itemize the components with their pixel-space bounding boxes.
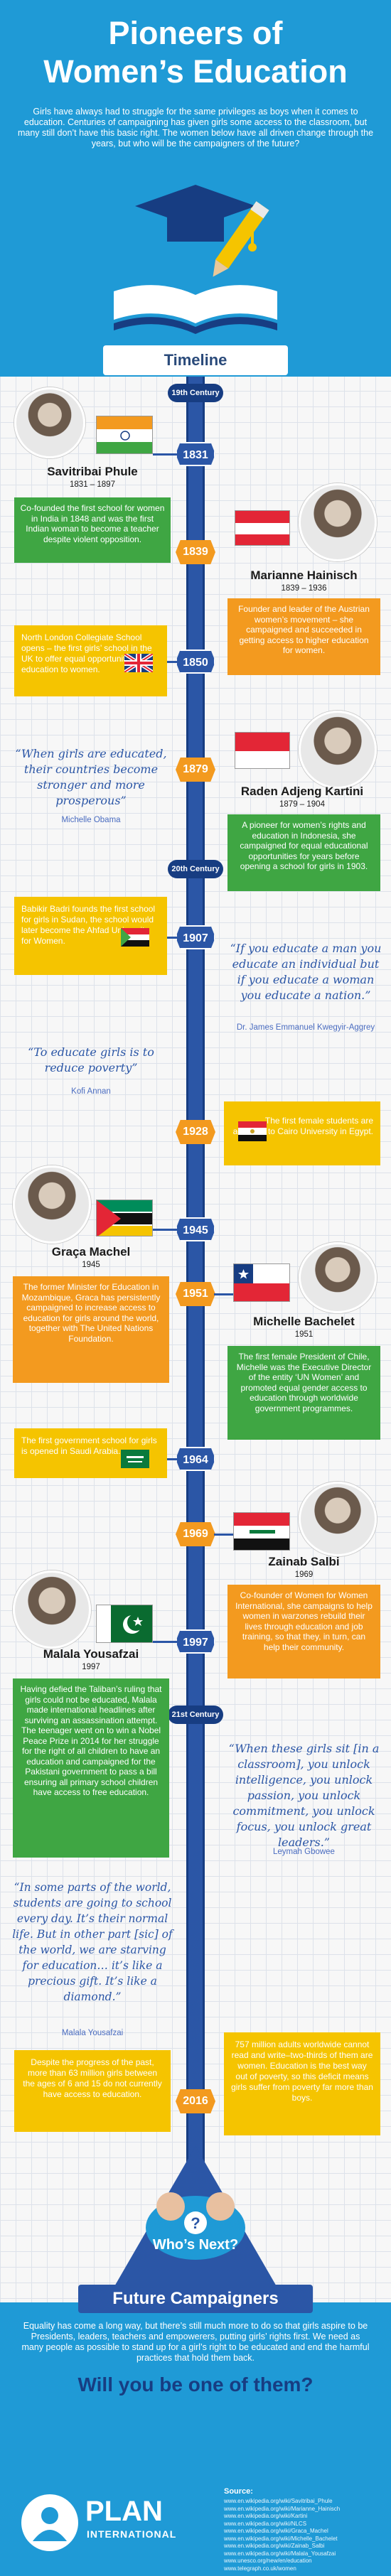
year-1850: 1850 <box>176 650 215 674</box>
malala-description: Having defied the Taliban’s ruling that … <box>13 1678 169 1858</box>
source-item[interactable]: www.en.wikipedia.org/wiki/NLCS <box>224 2521 387 2528</box>
graca-dates: 1945 <box>82 1261 100 1269</box>
year-1969: 1969 <box>176 1522 215 1546</box>
connector <box>167 1458 177 1460</box>
salbi-dates: 1969 <box>294 1570 314 1579</box>
connector <box>153 1641 177 1643</box>
quote-aggrey: “If you educate a man you educate an ind… <box>230 942 382 1002</box>
source-item[interactable]: www.en.wikipedia.org/wiki/Zainab_Salbi <box>224 2543 387 2550</box>
kartini-description: A pioneer for women’s rights and educati… <box>227 814 380 891</box>
quote-yousafzai: “In some parts of the world, students ar… <box>12 1881 173 2003</box>
timeline-heading: Timeline <box>103 345 288 375</box>
malala-name: Malala Yousafzai <box>43 1647 139 1661</box>
marianne-dates: 1839 – 1936 <box>281 584 327 593</box>
sources-list: www.en.wikipedia.org/wiki/Savitribai_Phu… <box>224 2498 387 2572</box>
source-item[interactable]: www.en.wikipedia.org/wiki/Marianne_Haini… <box>224 2506 387 2513</box>
year-1964: 1964 <box>176 1447 215 1471</box>
call-to-action: Will you be one of them? <box>77 2373 314 2396</box>
kartini-dates: 1879 – 1904 <box>279 800 325 809</box>
salbi-name: Zainab Salbi <box>268 1555 340 1568</box>
year-1951: 1951 <box>176 1282 215 1306</box>
quote-gbowee: “When these girls sit [in a classroom], … <box>228 1742 380 1849</box>
quote-annan: “To educate girls is to reduce poverty” <box>28 1045 154 1074</box>
india-flag-icon <box>96 416 153 454</box>
source-item[interactable]: www.en.wikipedia.org/wiki/Kartini <box>224 2513 387 2521</box>
bachelet-name: Michelle Bachelet <box>253 1315 355 1328</box>
source-item[interactable]: www.en.wikipedia.org/wiki/Malala_Yousafz… <box>224 2550 387 2558</box>
bachelet-dates: 1951 <box>294 1330 314 1339</box>
pakistan-flag-icon <box>96 1605 153 1643</box>
stat-adult-literacy: 757 million adults worldwide cannot read… <box>224 2032 380 2135</box>
connector <box>167 937 177 939</box>
connector <box>153 1229 177 1231</box>
quote-obama-author: Michelle Obama <box>61 816 121 824</box>
quote-annan-author: Kofi Annan <box>71 1087 111 1096</box>
page-title: Pioneers of Women’s Education <box>43 15 348 90</box>
source-item[interactable]: www.telegraph.co.uk/women <box>224 2565 387 2573</box>
salbi-description: Co-founder of Women for Women Internatio… <box>227 1585 380 1678</box>
savitribai-name: Savitribai Phule <box>47 465 138 478</box>
graca-name: Graça Machel <box>51 1245 131 1259</box>
marianne-description: Founder and leader of the Austrian women… <box>227 598 380 675</box>
source-item[interactable]: www.unesco.org/new/en/education <box>224 2558 387 2565</box>
quote-yousafzai-author: Malala Yousafzai <box>61 2029 124 2037</box>
century-marker-21: 21st Century <box>168 1705 223 1724</box>
sudan-flag-icon <box>121 928 149 947</box>
year-1831: 1831 <box>176 442 215 466</box>
austria-flag-icon <box>235 510 290 546</box>
savitribai-description: Co-founded the first school for women in… <box>14 497 171 563</box>
year-1907: 1907 <box>176 925 215 949</box>
year-1997: 1997 <box>176 1629 215 1654</box>
quote-obama: “When girls are educated, their countrie… <box>15 747 167 807</box>
kartini-name: Raden Adjeng Kartini <box>240 785 364 798</box>
bachelet-portrait <box>299 1242 377 1313</box>
whos-next-label: Who’s Next? <box>152 2237 239 2253</box>
connector <box>214 1534 233 1536</box>
svg-text:?: ? <box>191 2214 200 2232</box>
marianne-portrait <box>299 483 377 561</box>
savitribai-portrait <box>14 387 85 458</box>
source-item[interactable]: www.en.wikipedia.org/wiki/Michelle_Bache… <box>224 2535 387 2543</box>
egypt-flag-icon <box>238 1121 267 1141</box>
year-2016: 2016 <box>176 2089 215 2113</box>
connector <box>153 453 177 456</box>
savitribai-dates: 1831 – 1897 <box>70 480 115 489</box>
connector <box>167 661 177 663</box>
future-text: Equality has come a long way, but there’… <box>21 2321 370 2363</box>
intro-text: Girls have always had to struggle for th… <box>17 107 374 149</box>
mozambique-flag-icon <box>96 1200 153 1236</box>
graca-portrait <box>13 1165 91 1244</box>
year-1879: 1879 <box>176 758 215 782</box>
sources-label: Source: <box>224 2487 253 2496</box>
malala-portrait <box>13 1570 91 1649</box>
graduation-book-illustration <box>114 185 277 334</box>
marianne-name: Marianne Hainisch <box>250 568 358 582</box>
chile-flag-icon <box>233 1263 290 1302</box>
saudi-flag-icon <box>121 1450 149 1468</box>
graca-description: The former Minister for Education in Moz… <box>13 1276 169 1383</box>
quote-aggrey-author: Dr. James Emmanuel Kwegyir-Aggrey <box>236 1023 375 1032</box>
whos-next-illustration: ? <box>103 2146 288 2306</box>
bachelet-description: The first female President of Chile, Mic… <box>227 1346 380 1440</box>
source-item[interactable]: www.en.wikipedia.org/wiki/Savitribai_Phu… <box>224 2498 387 2506</box>
year-1839: 1839 <box>176 540 215 564</box>
plan-logo-text: PLAN <box>85 2496 163 2527</box>
plan-logo-icon <box>21 2494 78 2551</box>
connector <box>214 1293 233 1295</box>
future-heading: Future Campaigners <box>78 2285 313 2313</box>
uk-flag-icon <box>124 654 153 672</box>
malala-dates: 1997 <box>82 1663 100 1671</box>
kartini-portrait <box>299 711 377 789</box>
century-marker-20: 20th Century <box>168 860 223 878</box>
century-marker-19: 19th Century <box>168 384 223 402</box>
salbi-portrait <box>299 1482 377 1556</box>
year-1945: 1945 <box>176 1217 215 1241</box>
iraq-flag-icon <box>233 1512 290 1551</box>
quote-gbowee-author: Leymah Gbowee <box>273 1848 335 1856</box>
stat-girls-access: Despite the progress of the past, more t… <box>14 2050 171 2132</box>
year-1928: 1928 <box>176 1120 215 1144</box>
source-item[interactable]: www.en.wikipedia.org/wiki/Graca_Machel <box>224 2528 387 2535</box>
plan-logo-sub: INTERNATIONAL <box>87 2528 177 2540</box>
indonesia-flag-icon <box>235 732 290 769</box>
